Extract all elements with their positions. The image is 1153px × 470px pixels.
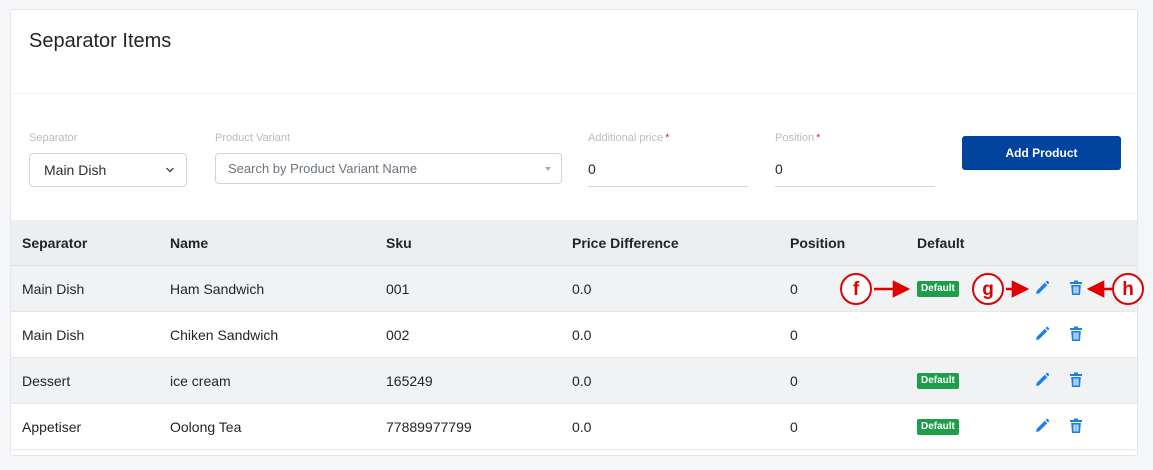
add-product-button[interactable]: Add Product bbox=[962, 136, 1121, 170]
separator-label: Separator bbox=[29, 132, 78, 144]
position-label: Position * bbox=[775, 132, 821, 144]
table-row: Appetiser Oolong Tea 77889977799 0.0 0 D… bbox=[11, 404, 1137, 450]
position-input[interactable]: 0 bbox=[775, 153, 935, 187]
header-position: Position bbox=[790, 234, 846, 251]
pencil-icon[interactable] bbox=[1033, 417, 1051, 435]
cell-price-difference: 0.0 bbox=[572, 280, 592, 297]
table-header-row: Separator Name Sku Price Difference Posi… bbox=[11, 220, 1137, 266]
table-row: Main Dish Ham Sandwich 001 0.0 0 Default bbox=[11, 266, 1137, 312]
header-name: Name bbox=[170, 234, 209, 251]
chevron-down-icon bbox=[166, 167, 174, 173]
trash-icon[interactable] bbox=[1067, 325, 1085, 343]
header-separator: Separator bbox=[22, 234, 88, 251]
header-default: Default bbox=[917, 234, 965, 251]
cell-name: Oolong Tea bbox=[170, 418, 242, 435]
separator-select-value: Main Dish bbox=[44, 162, 107, 178]
header-price-difference: Price Difference bbox=[572, 234, 679, 251]
cell-name: ice cream bbox=[170, 372, 231, 389]
header-sku: Sku bbox=[386, 234, 412, 251]
table-row: Dessert ice cream 165249 0.0 0 Default bbox=[11, 358, 1137, 404]
default-badge: Default bbox=[917, 280, 959, 297]
annotation-g: g bbox=[972, 273, 1004, 305]
default-badge-cell: Default bbox=[917, 358, 959, 403]
cell-position: 0 bbox=[790, 372, 798, 389]
cell-separator: Main Dish bbox=[22, 326, 85, 343]
product-variant-placeholder: Search by Product Variant Name bbox=[228, 161, 418, 176]
cell-separator: Main Dish bbox=[22, 280, 85, 297]
page-title: Separator Items bbox=[29, 30, 172, 52]
cell-price-difference: 0.0 bbox=[572, 372, 592, 389]
trash-icon[interactable] bbox=[1067, 279, 1085, 297]
cell-position: 0 bbox=[790, 418, 798, 435]
table-row: Main Dish Chiken Sandwich 002 0.0 0 bbox=[11, 312, 1137, 358]
cell-separator: Appetiser bbox=[22, 418, 82, 435]
cell-sku: 001 bbox=[386, 280, 410, 297]
separator-items-card: Separator Items Separator Product Varian… bbox=[10, 9, 1138, 456]
separator-items-table: Separator Name Sku Price Difference Posi… bbox=[11, 220, 1137, 450]
card-header: Separator Items bbox=[11, 10, 1137, 94]
cell-price-difference: 0.0 bbox=[572, 418, 592, 435]
cell-separator: Dessert bbox=[22, 372, 71, 389]
annotation-f: f bbox=[840, 273, 872, 305]
cell-name: Ham Sandwich bbox=[170, 280, 265, 297]
default-badge-cell: Default bbox=[917, 404, 959, 449]
pencil-icon[interactable] bbox=[1033, 325, 1051, 343]
separator-select[interactable]: Main Dish bbox=[29, 153, 187, 187]
trash-icon[interactable] bbox=[1067, 371, 1085, 389]
pencil-icon[interactable] bbox=[1033, 371, 1051, 389]
default-badge-cell: Default bbox=[917, 266, 959, 311]
cell-position: 0 bbox=[790, 280, 798, 297]
cell-position: 0 bbox=[790, 326, 798, 343]
product-variant-search[interactable]: Search by Product Variant Name bbox=[215, 153, 562, 184]
cell-price-difference: 0.0 bbox=[572, 326, 592, 343]
cell-sku: 77889977799 bbox=[386, 418, 472, 435]
default-badge: Default bbox=[917, 418, 959, 435]
cell-sku: 165249 bbox=[386, 372, 433, 389]
cell-name: Chiken Sandwich bbox=[170, 326, 279, 343]
additional-price-input[interactable]: 0 bbox=[588, 153, 748, 187]
caret-down-icon bbox=[545, 167, 551, 171]
additional-price-label: Additional price * bbox=[588, 132, 670, 144]
cell-sku: 002 bbox=[386, 326, 410, 343]
pencil-icon[interactable] bbox=[1033, 279, 1051, 297]
default-badge: Default bbox=[917, 372, 959, 389]
product-variant-label: Product Variant bbox=[215, 132, 291, 144]
annotation-h: h bbox=[1112, 273, 1144, 305]
trash-icon[interactable] bbox=[1067, 417, 1085, 435]
